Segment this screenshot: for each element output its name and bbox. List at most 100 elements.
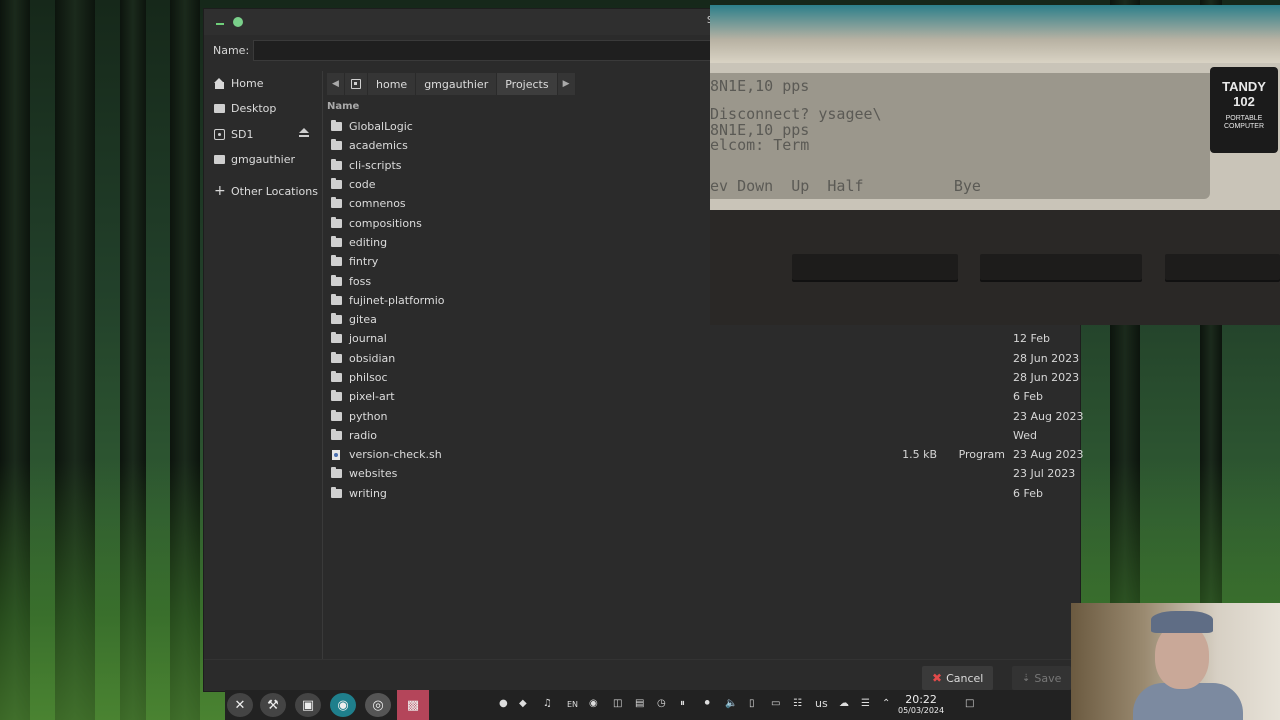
file-name: gitea [349,313,377,327]
folder-icon [331,178,342,190]
file-name: pixel-art [349,390,395,404]
folder-icon [331,486,342,498]
file-modified-date: 28 Jun 2023 [1013,371,1080,384]
webcam-overlay [1071,603,1280,720]
file-modified-date: 23 Aug 2023 [1013,448,1084,462]
file-name: fujinet-platformio [349,293,445,307]
sidebar-item-sd1[interactable]: SD1 [214,124,320,144]
file-row[interactable]: python 23 Aug 2023 [327,406,1083,425]
path-scroll-left-button[interactable]: ◀ [327,73,345,95]
sidebar-item-gmgauthier[interactable]: gmgauthier [214,149,320,169]
file-name: philsoc [349,371,388,384]
network-icon[interactable]: ☷ [793,698,802,709]
file-row[interactable]: obsidian 28 Jun 2023 [327,349,1079,368]
file-name: code [349,178,376,192]
usb-icon[interactable]: ▯ [749,698,755,709]
person-icon[interactable]: ● [499,698,508,709]
file-modified-date: Wed [1013,428,1037,442]
file-row[interactable]: journal 12 Feb [327,329,1079,348]
folder-icon [331,139,342,151]
folder-icon [331,332,342,344]
pause-icon[interactable]: ⏸ [680,698,685,709]
terminal-icon[interactable]: ▩ [397,690,429,720]
file-name: websites [349,467,398,481]
device-keyboard [710,210,1280,325]
name-label: Name: [213,44,250,57]
file-name: cli-scripts [349,158,402,172]
folder-icon [331,390,342,402]
app-x-icon[interactable]: ✕ [227,693,253,717]
save-button[interactable]: ⇣ Save [1012,666,1072,690]
sidebar-item-label: Other Locations [231,184,318,198]
volume-icon[interactable]: 🔈 [725,698,737,709]
script-file-icon [332,449,340,460]
shield-icon[interactable]: ⚫ [703,698,711,709]
obs-icon[interactable]: ◎ [365,693,391,717]
wifi-icon[interactable]: ☰ [861,698,870,709]
tools-icon[interactable]: ⚒ [260,693,286,717]
clipboard-icon[interactable]: ▤ [635,698,644,709]
record-icon[interactable]: ◉ [589,698,598,709]
folder-icon [331,120,342,132]
path-root-button[interactable] [345,73,368,95]
file-row[interactable]: writing 6 Feb [327,484,1079,503]
file-name: foss [349,274,372,288]
browser-icon[interactable]: ◉ [330,693,356,717]
sidebar-item-desktop[interactable]: Desktop [214,98,320,118]
console-icon[interactable]: ◫ [613,698,622,709]
file-row[interactable]: websites 23 Jul 2023 [327,464,1079,483]
chevron-up-icon[interactable]: ⌃ [882,698,890,709]
file-modified-date: 23 Aug 2023 [1013,409,1084,423]
file-name: version-check.sh [349,448,442,462]
file-name: fintry [349,255,379,269]
file-modified-date: 6 Feb [1013,390,1043,404]
file-name: editing [349,235,388,249]
folder-icon [331,409,342,421]
input-method-label[interactable]: us [815,697,828,710]
file-name: python [349,409,388,423]
path-segment-projects[interactable]: Projects [497,73,558,95]
music-icon[interactable]: ♫ [543,698,552,709]
device-casing [710,5,1280,63]
cancel-button[interactable]: ✖ Cancel [922,666,994,690]
timer-icon[interactable]: ◷ [657,698,666,709]
path-bar: ◀ home gmgauthier Projects ▶ [327,73,576,95]
dialog-footer: ✖ Cancel ⇣ Save [204,659,1080,693]
file-row[interactable]: radio Wed [327,426,1079,445]
file-modified-date: 6 Feb [1013,486,1043,500]
device-lcd-screen: 8N1E,10 pps Disconnect? ysagee\ 8N1E,10 … [710,73,1210,199]
function-keys [1165,254,1280,280]
sidebar-item-label: SD1 [231,127,254,141]
cloud-icon[interactable]: ☁ [839,698,849,709]
display-icon[interactable]: ▭ [771,698,780,709]
discord-icon[interactable]: ◆ [519,698,527,709]
sidebar-item-other-locations[interactable]: + Other Locations [214,181,320,201]
file-name: compositions [349,216,422,230]
clock[interactable]: 20:22 05/03/2024 [898,694,944,716]
save-label: Save [1034,671,1062,685]
sidebar-item-home[interactable]: Home [214,73,320,93]
folder-icon [331,216,342,228]
keyboard-layout-label[interactable]: EN [567,700,578,709]
show-desktop-icon[interactable]: □ [965,698,974,709]
app-window-icon[interactable]: ▣ [295,693,321,717]
path-segment-gmgauthier[interactable]: gmgauthier [416,73,498,95]
path-scroll-right-button[interactable]: ▶ [557,73,576,95]
save-icon: ⇣ [1022,672,1031,684]
sidebar-item-label: Home [231,76,264,90]
file-name: radio [349,428,378,442]
folder-icon [331,428,342,440]
file-row[interactable]: pixel-art 6 Feb [327,387,1079,406]
file-row[interactable]: philsoc 28 Jun 2023 [327,368,1079,387]
folder-icon [331,274,342,286]
column-header-name[interactable]: Name [327,101,359,112]
file-row[interactable]: version-check.sh 1.5 kB Program 23 Aug 2023 [327,445,1083,464]
lcd-line: ev Down Up Half Bye [710,177,981,195]
file-name: writing [349,486,387,500]
file-modified-date: 28 Jun 2023 [1013,351,1080,365]
eject-icon[interactable] [299,128,309,138]
sidebar-item-label: Desktop [231,101,277,115]
close-icon: ✖ [932,671,943,685]
path-segment-home[interactable]: home [368,73,417,95]
file-size: 1.5 kB [902,448,937,462]
